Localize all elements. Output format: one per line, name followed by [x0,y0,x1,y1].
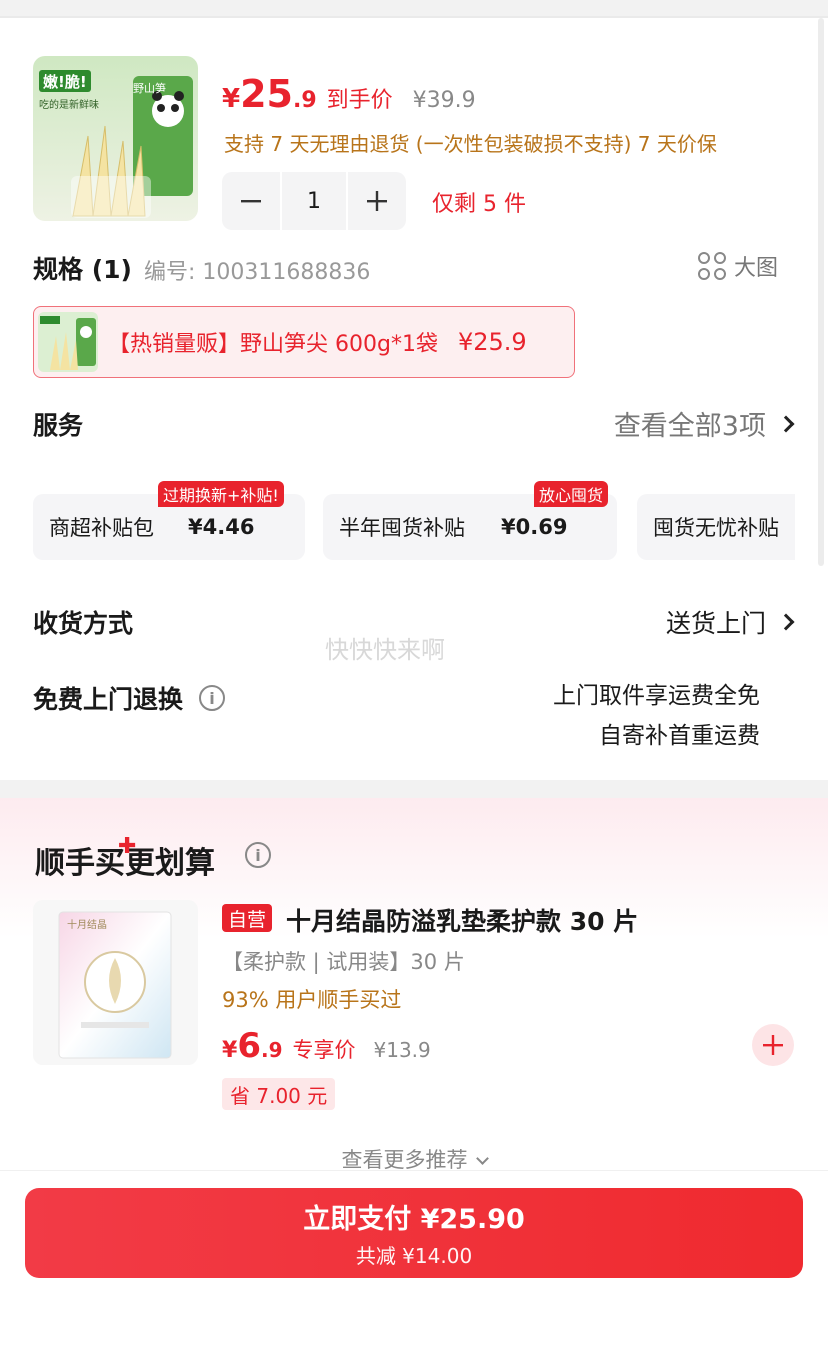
decrease-button[interactable] [222,172,280,230]
grid-view-icon [698,252,726,280]
free-return-title: 免费上门退换 [33,685,184,714]
chevron-right-icon [777,415,795,432]
service-card-amount: ¥0.69 [501,515,568,539]
recommend-product-spec: 【柔护款 | 试用装】30 片 [222,950,465,974]
service-card-badge: 放心囤货 [534,481,609,507]
return-policy-text[interactable]: 支持 7 天无理由退货 (一次性包装破损不支持) 7 天价保 [224,128,717,157]
recommend-bought-rate: 93% 用户顺手买过 [222,988,402,1012]
view-more-label: 查看更多推荐 [341,1148,468,1172]
scrollbar[interactable] [818,18,824,566]
delivery-option[interactable]: 送货上门 [665,604,795,640]
delivery-value: 送货上门 [665,609,766,638]
original-price: ¥39.9 [412,88,476,113]
recommend-product-image[interactable]: 十月结晶 [33,900,198,1065]
recommend-thumb-brand: 十月结晶 [67,918,107,931]
pay-now-label: 立即支付 ¥25.90 [303,1204,525,1235]
plus-icon [763,1035,783,1055]
return-note-line: 上门取件享运费全免 [553,683,760,709]
thumb-brand: 野山笋 [133,81,166,95]
info-icon[interactable]: i [245,842,271,868]
spec-title: 规格 (1) [33,255,132,284]
section-divider [0,780,828,798]
sku-label: 【热销量贩】野山笋尖 600g*1袋 [108,332,438,357]
stock-remaining: 仅剩 5 件 [432,192,526,217]
service-cards: 商超补贴包 ¥4.46 半年囤货补贴 ¥0.69 囤货无忧补贴 [33,494,795,562]
savings-badge: 省 7.00 元 [222,1078,336,1110]
free-return-row: 免费上门退换 i [33,680,226,716]
recommend-price-label: 专享价 [292,1038,356,1062]
thumb-subline: 吃的是新鲜味 [39,98,99,111]
service-card-name: 半年囤货补贴 [339,516,465,540]
service-card-badge: 过期换新+补贴! [158,481,284,507]
pay-discount-label: 共减 ¥14.00 [355,1244,473,1268]
info-icon[interactable]: i [199,685,226,711]
recommend-price-row: ¥6.9 专享价 ¥13.9 [222,1026,431,1066]
delivery-title: 收货方式 [33,609,134,638]
plus-accent-icon: ✚ [118,834,137,859]
increase-button[interactable] [348,172,406,230]
chevron-right-icon [777,613,795,631]
thumb-headline: 嫩!脆! [43,73,87,91]
chevron-down-icon [475,1152,489,1165]
plus-icon [367,191,387,211]
service-view-all[interactable]: 查看全部3项 [613,404,795,443]
add-to-order-button[interactable] [752,1024,794,1066]
final-price: ¥25.9 [222,72,317,116]
recommend-original-price: ¥13.9 [373,1038,431,1062]
product-image[interactable]: 嫩!脆! 吃的是新鲜味 野山笋 [33,56,198,221]
service-card-amount: ¥4.46 [188,515,255,539]
pay-now-button[interactable]: 立即支付 ¥25.90 共减 ¥14.00 [25,1188,803,1278]
recommend-product-name[interactable]: 十月结晶防溢乳垫柔护款 30 片 [286,902,638,938]
watermark-text: 快快快来啊 [325,636,445,664]
sku-option-selected[interactable]: 【热销量贩】野山笋尖 600g*1袋 ¥25.9 [33,306,575,378]
quantity-value[interactable]: 1 [282,172,346,230]
service-title: 服务 [33,411,84,440]
quantity-stepper: 1 [222,172,408,230]
final-price-label: 到手价 [326,88,393,113]
sku-thumbnail [38,312,98,372]
minus-icon [241,200,261,203]
return-note: 上门取件享运费全免 自寄补首重运费 [553,676,760,756]
service-card-name: 囤货无忧补贴 [653,516,779,540]
self-operated-badge: 自营 [222,904,273,932]
return-note-line: 自寄补首重运费 [599,723,760,749]
service-view-all-label: 查看全部3项 [613,411,766,442]
big-picture-toggle[interactable]: 大图 [698,250,778,282]
product-code: 编号: 100311688836 [144,260,371,285]
service-card[interactable]: 囤货无忧补贴 [637,494,795,560]
price-row: ¥25.9 到手价 ¥39.9 [222,72,476,116]
recommend-price: ¥6.9 [222,1026,283,1066]
big-picture-label: 大图 [734,256,779,281]
service-card-name: 商超补贴包 [49,516,154,540]
sku-price: ¥25.9 [457,328,527,356]
